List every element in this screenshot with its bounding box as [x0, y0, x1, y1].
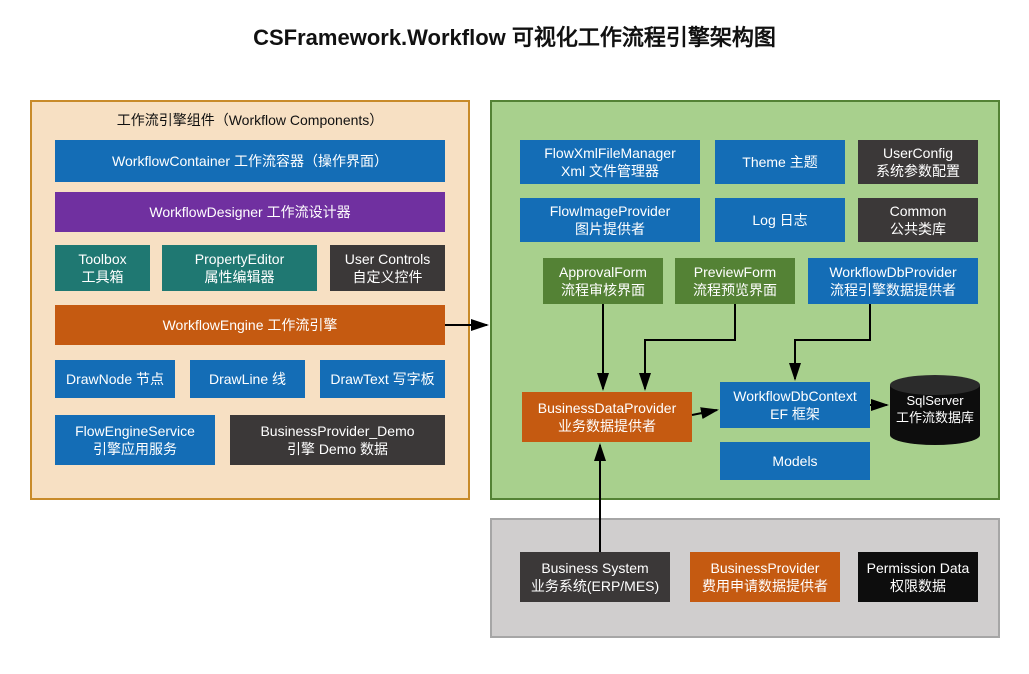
box-common-l2: 公共类库 [890, 220, 946, 238]
box-flow-image-provider: FlowImageProvider 图片提供者 [520, 198, 700, 242]
box-flow-xml-file-manager: FlowXmlFileManager Xml 文件管理器 [520, 140, 700, 184]
box-wfdbctx-l2: EF 框架 [770, 405, 820, 423]
box-bizsys-l2: 业务系统(ERP/MES) [531, 577, 659, 595]
box-preview-form: PreviewForm 流程预览界面 [675, 258, 795, 304]
box-bizdataprov-l1: BusinessDataProvider [538, 399, 677, 417]
box-business-provider: BusinessProvider 费用申请数据提供者 [690, 552, 840, 602]
box-business-provider-demo-l2: 引擎 Demo 数据 [287, 440, 388, 458]
box-preview-l2: 流程预览界面 [693, 281, 777, 299]
box-flow-xml-l1: FlowXmlFileManager [544, 144, 675, 162]
box-draw-text: DrawText 写字板 [320, 360, 445, 398]
box-bizprov-l2: 费用申请数据提供者 [702, 577, 828, 595]
diagram-canvas: CSFramework.Workflow 可视化工作流程引擎架构图 工作流引擎组… [0, 0, 1029, 674]
box-toolbox: Toolbox 工具箱 [55, 245, 150, 291]
box-user-config: UserConfig 系统参数配置 [858, 140, 978, 184]
box-flow-engine-service: FlowEngineService 引擎应用服务 [55, 415, 215, 465]
box-flow-image-l2: 图片提供者 [575, 220, 645, 238]
cyl-sqlserver-l1: SqlServer [906, 393, 963, 408]
box-workflow-db-provider: WorkflowDbProvider 流程引擎数据提供者 [808, 258, 978, 304]
diagram-title: CSFramework.Workflow 可视化工作流程引擎架构图 [0, 20, 1029, 52]
box-common-l1: Common [890, 202, 947, 220]
box-user-config-l1: UserConfig [883, 144, 953, 162]
box-permission-data: Permission Data 权限数据 [858, 552, 978, 602]
box-flow-engine-service-l2: 引擎应用服务 [93, 440, 177, 458]
box-bizdataprov-l2: 业务数据提供者 [558, 417, 656, 435]
cyl-sqlserver-l2: 工作流数据库 [896, 410, 974, 425]
box-workflow-db-context: WorkflowDbContext EF 框架 [720, 382, 870, 428]
box-wfdbprov-l2: 流程引擎数据提供者 [830, 281, 956, 299]
box-approval-form: ApprovalForm 流程审核界面 [543, 258, 663, 304]
box-workflow-container: WorkflowContainer 工作流容器（操作界面） [55, 140, 445, 182]
box-user-controls-l2: 自定义控件 [353, 268, 423, 286]
box-flow-xml-l2: Xml 文件管理器 [561, 162, 659, 180]
box-property-editor-l2: 属性编辑器 [205, 268, 275, 286]
box-user-controls-l1: User Controls [345, 250, 431, 268]
box-preview-l1: PreviewForm [694, 263, 776, 281]
box-workflow-designer: WorkflowDesigner 工作流设计器 [55, 192, 445, 232]
box-wfdbctx-l1: WorkflowDbContext [733, 387, 856, 405]
box-business-provider-demo-l1: BusinessProvider_Demo [260, 422, 414, 440]
box-property-editor-l1: PropertyEditor [195, 250, 284, 268]
box-toolbox-l1: Toolbox [78, 250, 126, 268]
box-user-controls: User Controls 自定义控件 [330, 245, 445, 291]
box-workflow-engine: WorkflowEngine 工作流引擎 [55, 305, 445, 345]
box-approval-l2: 流程审核界面 [561, 281, 645, 299]
box-bizprov-l1: BusinessProvider [711, 559, 820, 577]
box-log: Log 日志 [715, 198, 845, 242]
box-draw-line: DrawLine 线 [190, 360, 305, 398]
box-common: Common 公共类库 [858, 198, 978, 242]
box-wfdbprov-l1: WorkflowDbProvider [829, 263, 956, 281]
box-flow-image-l1: FlowImageProvider [550, 202, 671, 220]
box-models: Models [720, 442, 870, 480]
box-business-system: Business System 业务系统(ERP/MES) [520, 552, 670, 602]
box-approval-l1: ApprovalForm [559, 263, 647, 281]
box-business-data-provider: BusinessDataProvider 业务数据提供者 [522, 392, 692, 442]
box-permdata-l1: Permission Data [867, 559, 970, 577]
box-property-editor: PropertyEditor 属性编辑器 [162, 245, 317, 291]
box-toolbox-l2: 工具箱 [82, 268, 124, 286]
box-business-provider-demo: BusinessProvider_Demo 引擎 Demo 数据 [230, 415, 445, 465]
panel-left-header: 工作流引擎组件（Workflow Components） [32, 110, 468, 130]
box-user-config-l2: 系统参数配置 [876, 162, 960, 180]
box-draw-node: DrawNode 节点 [55, 360, 175, 398]
box-permdata-l2: 权限数据 [890, 577, 946, 595]
box-theme: Theme 主题 [715, 140, 845, 184]
cylinder-sqlserver: SqlServer 工作流数据库 [890, 375, 980, 445]
box-bizsys-l1: Business System [541, 559, 648, 577]
box-flow-engine-service-l1: FlowEngineService [75, 422, 195, 440]
